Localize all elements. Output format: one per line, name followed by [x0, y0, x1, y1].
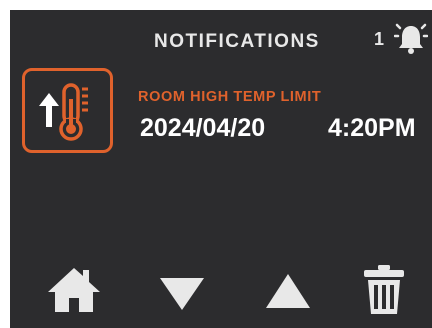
home-icon: [48, 268, 100, 312]
notification-screen: NOTIFICATIONS 1 ROOM HIGH TEMP LIMIT 202…: [10, 10, 432, 328]
high-temp-alert-icon: [22, 68, 113, 153]
next-notification-button[interactable]: [152, 260, 212, 316]
bell-ringing-icon: [393, 22, 429, 56]
page: NOTIFICATIONS 1 ROOM HIGH TEMP LIMIT 202…: [0, 0, 432, 328]
alert-type-label: ROOM HIGH TEMP LIMIT: [138, 89, 322, 105]
alert-date: 2024/04/20: [140, 114, 266, 142]
thermometer-high-temp-icon: [39, 83, 88, 141]
previous-notification-button[interactable]: [258, 260, 318, 316]
home-button[interactable]: [44, 260, 104, 316]
alert-time: 4:20PM: [328, 114, 416, 142]
notification-count: 1: [374, 29, 385, 49]
delete-button[interactable]: [354, 260, 414, 316]
trash-icon: [364, 265, 404, 314]
page-title: NOTIFICATIONS: [154, 31, 320, 52]
arrow-down-icon: [160, 278, 204, 310]
arrow-up-icon: [266, 274, 310, 308]
